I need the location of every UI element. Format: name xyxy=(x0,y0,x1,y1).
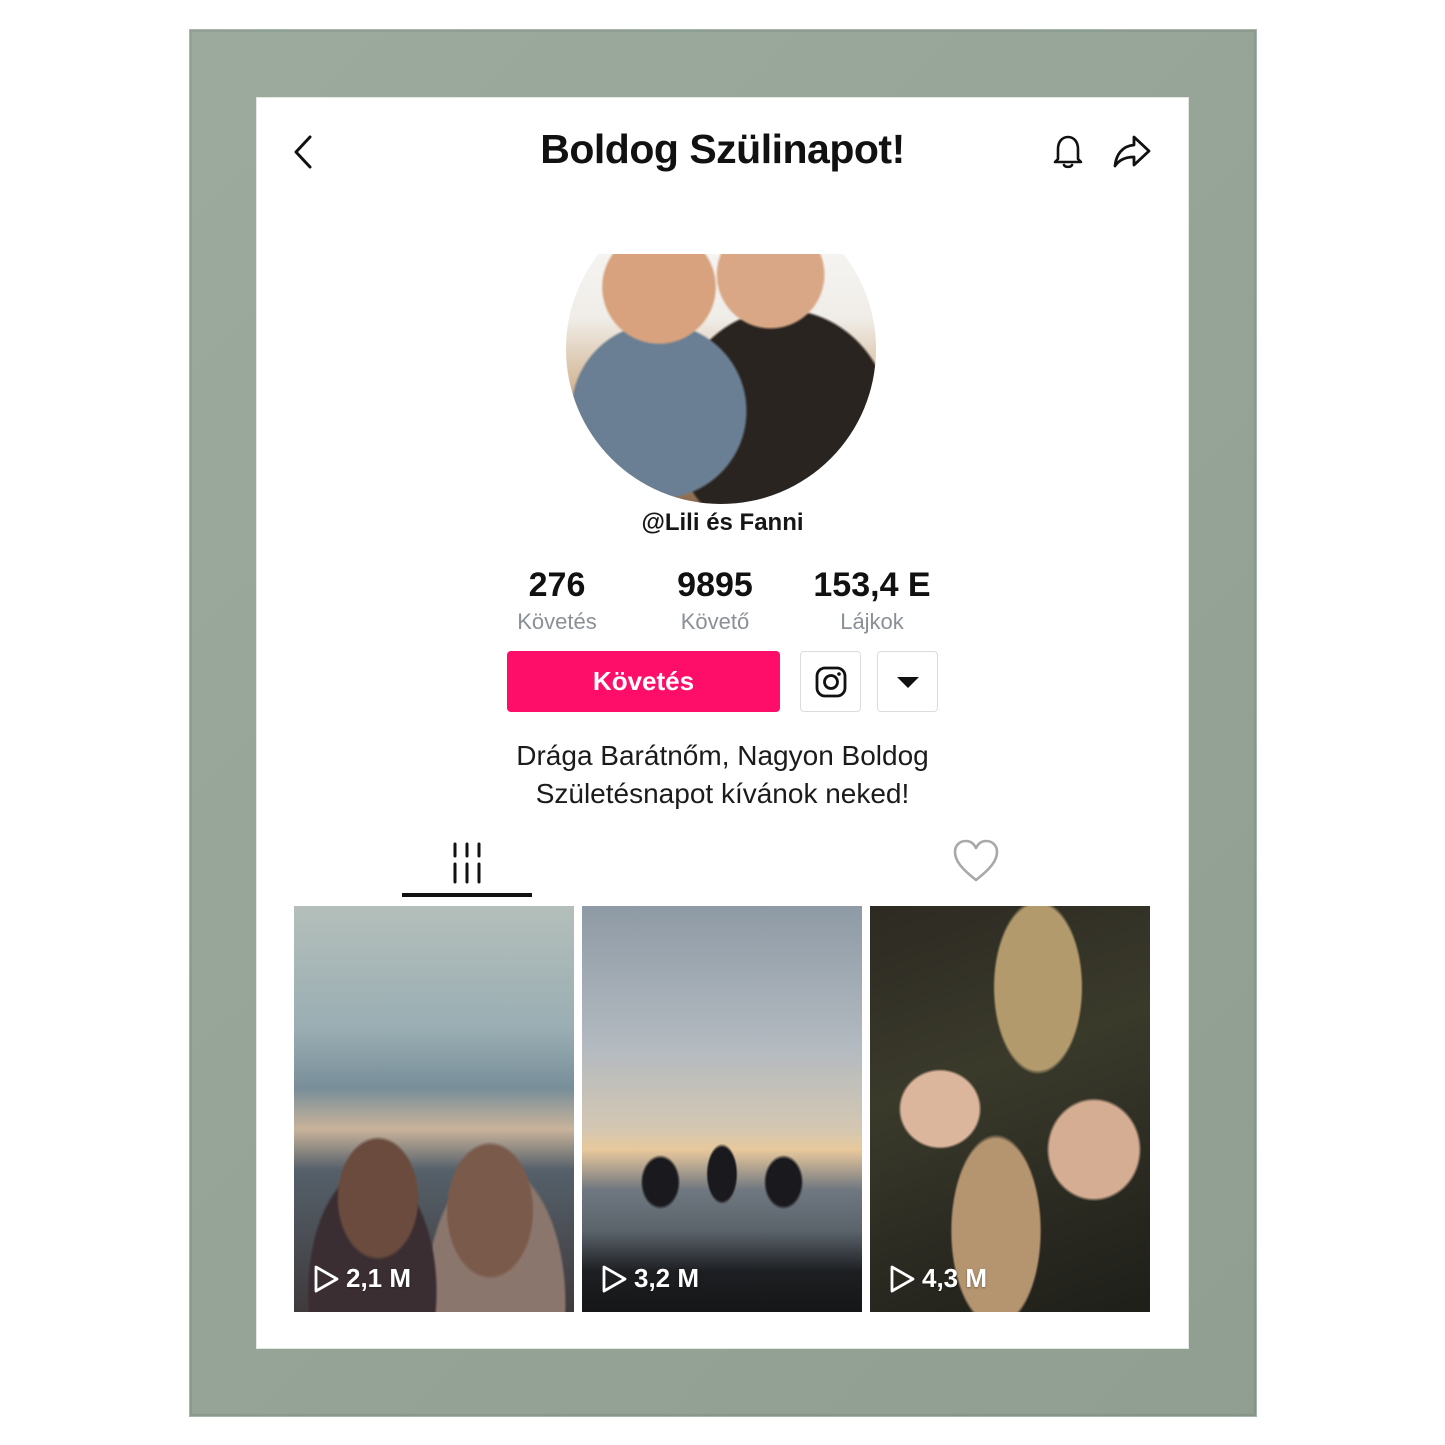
stat-label: Lájkok xyxy=(840,609,904,634)
stat-value: 276 xyxy=(528,566,586,604)
view-count-text: 4,3 M xyxy=(922,1263,988,1293)
username: @Lili és Fanni xyxy=(641,509,804,536)
grid-icon[interactable] xyxy=(450,840,484,886)
chevron-left-icon[interactable] xyxy=(290,132,320,172)
heart-icon[interactable] xyxy=(952,838,1000,884)
view-count: 4,3 M xyxy=(888,1263,987,1294)
avatar-top-fade xyxy=(566,194,876,254)
stat-followers[interactable]: 9895 Követő xyxy=(630,564,800,636)
caret-down-icon xyxy=(896,676,919,688)
video-thumbnail[interactable]: 3,2 M xyxy=(582,906,862,1312)
instagram-button[interactable] xyxy=(800,651,861,712)
view-count: 2,1 M xyxy=(312,1263,411,1294)
page-title: Boldog Szülinapot! xyxy=(540,126,905,172)
view-count: 3,2 M xyxy=(600,1263,699,1294)
play-icon xyxy=(602,1265,627,1292)
video-thumbnail[interactable]: 2,1 M xyxy=(294,906,574,1312)
bio: Drága Barátnőm, Nagyon Boldog Születésna… xyxy=(420,737,1025,813)
view-count-text: 2,1 M xyxy=(346,1263,412,1293)
stat-following[interactable]: 276 Követés xyxy=(472,564,642,636)
follow-button[interactable]: Követés xyxy=(507,651,780,712)
bio-line: Születésnapot kívánok neked! xyxy=(535,778,910,809)
play-icon xyxy=(314,1265,339,1292)
view-count-text: 3,2 M xyxy=(634,1263,700,1293)
bio-line: Drága Barátnőm, Nagyon Boldog xyxy=(516,740,929,771)
bell-icon[interactable] xyxy=(1048,131,1088,171)
more-dropdown-button[interactable] xyxy=(877,651,938,712)
stat-value: 153,4 E xyxy=(813,566,931,604)
video-thumbnail[interactable]: 4,3 M xyxy=(870,906,1150,1312)
stat-likes[interactable]: 153,4 E Lájkok xyxy=(787,564,957,636)
instagram-icon xyxy=(815,666,846,697)
active-tab-indicator xyxy=(402,893,532,897)
play-icon xyxy=(890,1265,915,1292)
share-icon[interactable] xyxy=(1110,131,1154,171)
stat-label: Követő xyxy=(680,609,750,634)
stat-label: Követés xyxy=(517,609,597,634)
stat-value: 9895 xyxy=(677,566,753,604)
